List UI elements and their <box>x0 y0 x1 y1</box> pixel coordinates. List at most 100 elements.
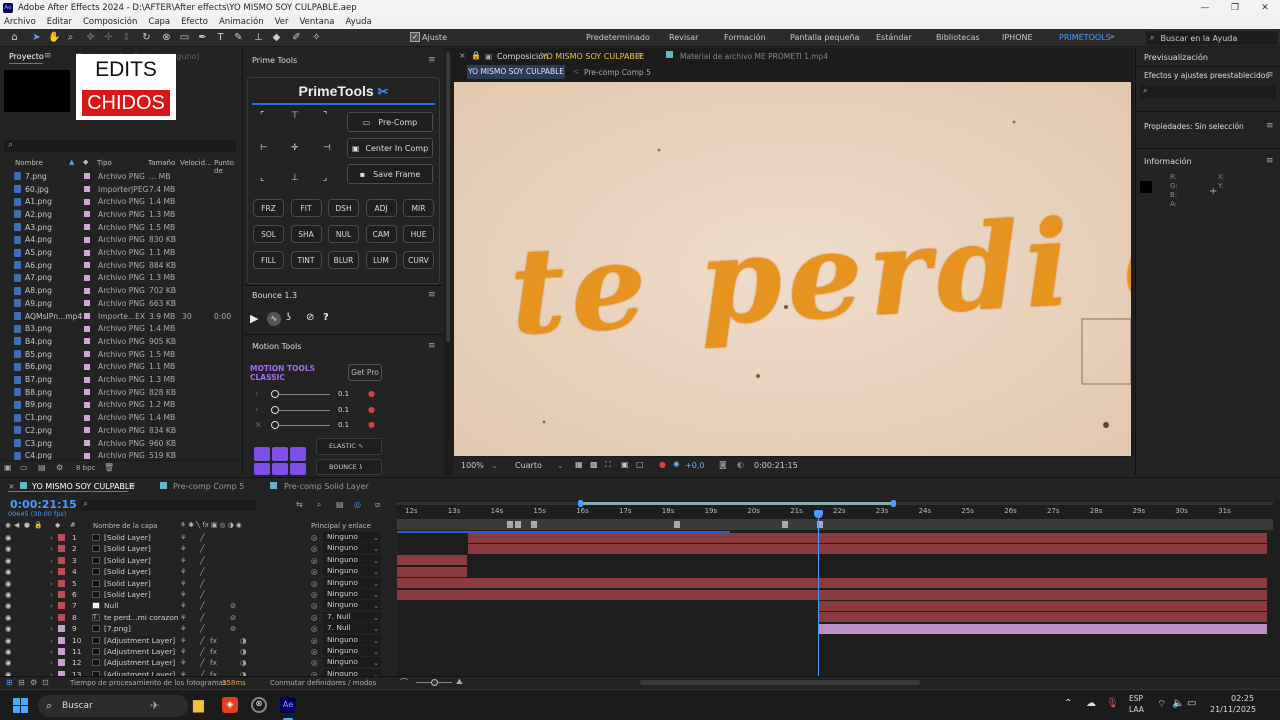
switches-icon[interactable]: ⚙ <box>30 678 37 687</box>
menu-ventana[interactable]: Ventana <box>300 17 335 27</box>
pan-camera-icon[interactable]: ✛ <box>102 31 115 44</box>
visibility-eye-icon[interactable]: ◉ <box>5 601 11 610</box>
fit-button[interactable]: FIT <box>290 199 322 217</box>
lum-button[interactable]: LUM <box>365 251 397 269</box>
layer-name[interactable]: [Solid Layer] <box>104 579 151 588</box>
align-center-icon[interactable]: ✛ <box>291 143 299 153</box>
adjustment-switch-icon[interactable]: ◑ <box>240 658 246 667</box>
align-top-left-icon[interactable]: ⌜ <box>260 111 264 121</box>
shy-switch-icon[interactable]: ⚘ <box>180 658 187 667</box>
timeline-layer-row[interactable]: ◉ › 7 Null ⚘ ╱ ⊘ ◎ Ninguno ⌄ <box>0 600 396 611</box>
curv-button[interactable]: CURV <box>403 251 434 269</box>
shy-switch-icon[interactable]: ⚘ <box>180 613 187 622</box>
toggle-switches-modes[interactable]: Conmutar definidores / modos <box>270 679 376 687</box>
sha-button[interactable]: SHA <box>290 225 322 243</box>
playhead[interactable] <box>814 510 823 688</box>
workspace-revisar[interactable]: Revisar <box>669 33 698 42</box>
collapse-switch-icon[interactable]: ⊘ <box>230 601 236 610</box>
col-speed[interactable]: Velocid... <box>180 159 212 167</box>
project-list-item[interactable]: A6.png Archivo PNG 884 KB <box>0 259 240 272</box>
close-button[interactable]: ✕ <box>1250 3 1280 13</box>
interpret-footage-icon[interactable]: ▣ <box>4 463 12 472</box>
workspace-estandar[interactable]: Estándar <box>876 33 912 42</box>
shy-switch-icon[interactable]: ⚘ <box>180 579 187 588</box>
eraser-tool-icon[interactable]: ◆ <box>270 31 283 44</box>
pickwhip-icon[interactable]: ◎ <box>311 658 317 667</box>
project-list-item[interactable]: 60.jpg ImporterJPEG 7.4 MB <box>0 183 240 196</box>
project-list-item[interactable]: 7.png Archivo PNG ... MB <box>0 170 240 183</box>
menu-archivo[interactable]: Archivo <box>4 17 36 27</box>
timeline-tab-precomp5[interactable]: Pre-comp Comp 5 <box>173 482 244 491</box>
col-type[interactable]: Tipo <box>97 159 112 167</box>
expand-arrow-icon[interactable]: › <box>50 533 53 542</box>
timeline-layer-row[interactable]: ◉ › 8 Tte perd...mi corazon ⚘ ╱ ⊘ ◎ 7. Null ⌄ <box>0 611 396 623</box>
slider-value[interactable]: 0.1 <box>338 390 349 398</box>
pickwhip-icon[interactable]: ◎ <box>311 636 317 645</box>
project-search-input[interactable]: ⌕ <box>4 140 236 152</box>
project-list-item[interactable]: B3.png Archivo PNG 1.4 MB <box>0 322 240 335</box>
comp-tab-name[interactable]: YO MISMO SOY CULPABLE <box>542 52 644 61</box>
menu-ver[interactable]: Ver <box>275 17 289 27</box>
fx-switch-icon[interactable]: fx <box>210 647 217 656</box>
orbit-camera-icon[interactable]: ✥ <box>84 31 97 44</box>
layer-name[interactable]: [Adjustment Layer] <box>104 658 175 667</box>
panel-scrollbar[interactable] <box>444 48 453 475</box>
tray-overflow-icon[interactable]: ⌃ <box>1064 698 1072 709</box>
zoom-slider[interactable] <box>416 679 452 686</box>
puppet-pin-icon[interactable]: ✧ <box>310 31 323 44</box>
project-list-item[interactable]: A3.png Archivo PNG 1.5 MB <box>0 221 240 234</box>
center-in-comp-button[interactable]: ▣ Center In Comp <box>347 138 433 158</box>
layer-duration-bar[interactable] <box>819 600 1267 611</box>
play-icon[interactable]: ▶ <box>250 312 258 325</box>
timeline-layer-row[interactable]: ◉ › 9 [7.png] ⚘ ╱ ⊘ ◎ 7. Null ⌄ <box>0 623 396 634</box>
selection-tool-icon[interactable]: ➤ <box>30 31 43 44</box>
layer-label-color[interactable] <box>58 579 65 587</box>
shy-switch-icon[interactable]: ⚘ <box>180 590 187 599</box>
comp-mini-flowchart-icon[interactable]: ⇆ <box>296 500 303 509</box>
pan-behind-icon[interactable]: ⊗ <box>160 31 173 44</box>
elastic-button[interactable]: ELASTIC ∿ <box>316 438 382 455</box>
close-tab-icon[interactable]: × <box>8 482 15 491</box>
expand-arrow-icon[interactable]: › <box>50 624 53 633</box>
pickwhip-icon[interactable]: ◎ <box>311 556 317 565</box>
nul-button[interactable]: NUL <box>328 225 359 243</box>
expand-arrow-icon[interactable]: › <box>50 567 53 576</box>
project-list-item[interactable]: B9.png Archivo PNG 1.2 MB <box>0 399 240 412</box>
zoom-tool-icon[interactable]: ⌕ <box>64 31 77 44</box>
visibility-eye-icon[interactable]: ◉ <box>5 556 11 565</box>
rectangle-tool-icon[interactable]: ▭ <box>178 31 191 44</box>
tab-motion-tools[interactable]: Motion Tools <box>252 342 301 351</box>
quality-switch-icon[interactable]: ╱ <box>200 590 204 599</box>
microphone-icon[interactable]: 🎙 <box>1106 698 1119 709</box>
shy-switch-icon[interactable]: ⚘ <box>180 601 187 610</box>
exposure-icon[interactable]: ✺ <box>673 460 680 469</box>
project-list-item[interactable]: A1.png Archivo PNG 1.4 MB <box>0 195 240 208</box>
snapshot-icon[interactable]: ◙ <box>719 460 727 469</box>
project-list-item[interactable]: C1.png Archivo PNG 1.4 MB <box>0 411 240 424</box>
align-middle-right-icon[interactable]: ⊣ <box>323 143 331 153</box>
align-bottom-right-icon[interactable]: ⌟ <box>323 173 327 183</box>
align-top-right-icon[interactable]: ⌝ <box>323 111 327 121</box>
hue-button[interactable]: HUE <box>403 225 434 243</box>
tab-project[interactable]: Proyecto <box>9 52 44 61</box>
pickwhip-icon[interactable]: ◎ <box>311 647 317 656</box>
expand-arrow-icon[interactable]: › <box>50 647 53 656</box>
show-snapshot-icon[interactable]: ◐ <box>737 460 744 469</box>
hand-tool-icon[interactable]: ✋ <box>48 31 61 44</box>
layer-duration-bar[interactable] <box>397 635 1267 645</box>
layer-name[interactable]: Null <box>104 601 118 610</box>
quality-switch-icon[interactable]: ╱ <box>200 544 204 553</box>
workspace-primetools[interactable]: PRIMETOOLS <box>1059 33 1111 42</box>
layer-name[interactable]: [7.png] <box>104 624 131 633</box>
minimize-button[interactable]: — <box>1190 3 1220 13</box>
workspace-bibliotecas[interactable]: Bibliotecas <box>936 33 980 42</box>
project-list-item[interactable]: B8.png Archivo PNG 828 KB <box>0 386 240 399</box>
mask-visibility-icon[interactable]: ⛶ <box>605 460 611 470</box>
motion-blur-icon[interactable]: ◎ <box>354 500 361 509</box>
slider-track[interactable] <box>271 405 330 414</box>
align-bottom-center-icon[interactable]: ⊥ <box>291 173 299 183</box>
timeline-tab-solid[interactable]: Pre-comp Solid Layer <box>284 482 369 491</box>
layer-duration-bar[interactable] <box>397 589 1267 600</box>
shy-switch-icon[interactable]: ⚘ <box>180 647 187 656</box>
project-list-item[interactable]: A8.png Archivo PNG 702 KB <box>0 284 240 297</box>
